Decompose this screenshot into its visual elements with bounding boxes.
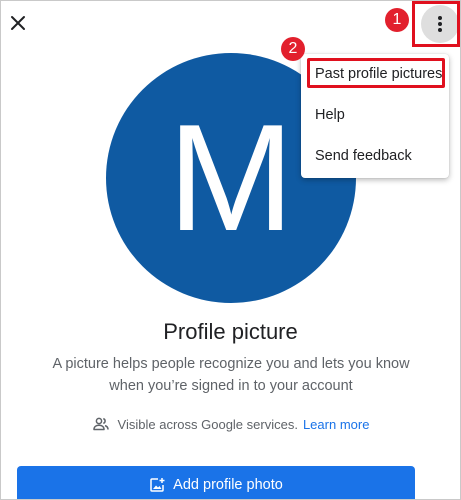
menu-item-send-feedback[interactable]: Send feedback <box>301 139 449 173</box>
menu-item-label: Send feedback <box>315 148 412 164</box>
close-icon <box>11 16 25 30</box>
add-profile-photo-label: Add profile photo <box>173 477 283 493</box>
step-1-badge: 1 <box>385 8 409 32</box>
options-menu: Past profile pictures Help Send feedback <box>301 54 449 178</box>
close-button[interactable] <box>7 12 29 34</box>
menu-item-past-profile-pictures[interactable]: Past profile pictures <box>301 57 449 91</box>
step-2-badge: 2 <box>281 37 305 61</box>
step-1-number: 1 <box>392 11 402 28</box>
step-2-number: 2 <box>288 40 298 57</box>
visibility-info: Visible across Google services. Learn mo… <box>1 413 460 435</box>
avatar-letter: M <box>167 93 295 263</box>
add-profile-photo-button[interactable]: Add profile photo <box>17 466 415 499</box>
people-icon <box>92 417 109 431</box>
profile-picture-dialog: M 1 Past profile pictures Help Send feed… <box>0 0 461 500</box>
description-text: A picture helps people recognize you and… <box>52 356 410 394</box>
add-photo-icon <box>150 478 165 492</box>
menu-item-help[interactable]: Help <box>301 98 449 132</box>
more-vert-icon <box>438 16 442 32</box>
page-title: Profile picture <box>163 319 298 344</box>
visibility-text: Visible across Google services. <box>117 416 298 432</box>
learn-more-link[interactable]: Learn more <box>303 417 369 432</box>
menu-item-label: Help <box>315 107 345 123</box>
more-options-button[interactable] <box>421 5 459 43</box>
menu-item-label: Past profile pictures <box>315 66 443 82</box>
